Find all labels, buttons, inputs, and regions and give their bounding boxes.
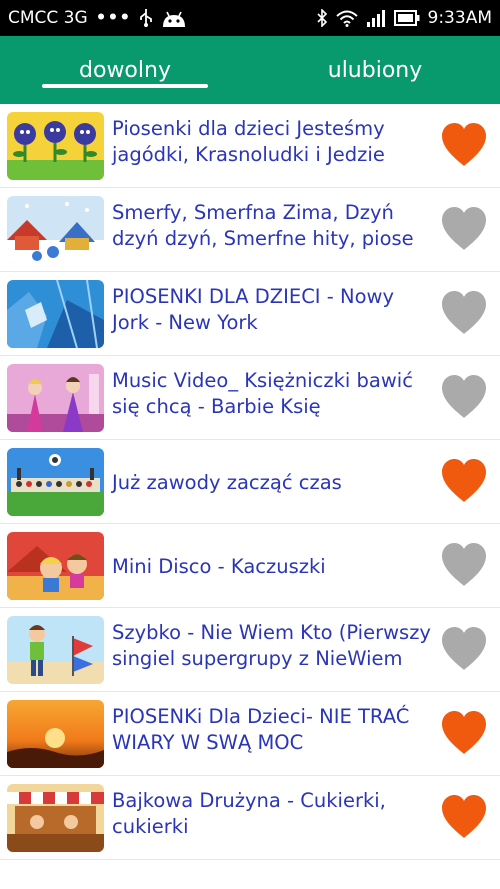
heart-icon[interactable] <box>440 122 488 168</box>
video-title[interactable]: Music Video_ Księżniczki bawić się chcą … <box>112 368 437 420</box>
video-thumbnail[interactable] <box>7 700 104 768</box>
video-thumbnail[interactable] <box>7 364 104 432</box>
video-thumbnail[interactable] <box>7 196 104 264</box>
video-thumbnail[interactable] <box>7 280 104 348</box>
list-item[interactable]: PIOSENKi Dla Dzieci- NIE TRAĆ WIARY W SW… <box>0 692 500 776</box>
tab-ulubiony[interactable]: ulubiony <box>290 36 460 104</box>
list-item[interactable]: Już zawody zacząć czas <box>0 440 500 524</box>
heart-icon[interactable] <box>440 458 488 504</box>
list-item[interactable]: PIOSENKI DLA DZIECI - Nowy Jork - New Yo… <box>0 272 500 356</box>
carrier-label: CMCC 3G <box>8 8 88 28</box>
list-item[interactable]: Piosenki dla dzieci Jesteśmy jagódki, Kr… <box>0 104 500 188</box>
video-thumbnail[interactable] <box>7 784 104 852</box>
bluetooth-icon <box>316 9 328 27</box>
video-thumbnail[interactable] <box>7 532 104 600</box>
video-list: Piosenki dla dzieci Jesteśmy jagódki, Kr… <box>0 104 500 860</box>
heart-icon[interactable] <box>440 374 488 420</box>
video-thumbnail[interactable] <box>7 616 104 684</box>
video-title[interactable]: Bajkowa Drużyna - Cukierki, cukierki <box>112 788 437 840</box>
heart-icon[interactable] <box>440 626 488 672</box>
status-bar: CMCC 3G ••• 9:33AM <box>0 0 500 36</box>
video-title[interactable]: PIOSENKI DLA DZIECI - Nowy Jork - New Yo… <box>112 284 437 336</box>
status-bar-left: CMCC 3G ••• <box>8 8 187 28</box>
active-tab-indicator <box>42 84 208 88</box>
android-icon <box>161 9 187 27</box>
tab-bar: dowolny ulubiony <box>0 36 500 104</box>
signal-icon <box>366 9 386 27</box>
video-title[interactable]: Smerfy, Smerfna Zima, Dzyń dzyń dzyń, Sm… <box>112 200 437 252</box>
list-item[interactable]: Mini Disco - Kaczuszki <box>0 524 500 608</box>
usb-icon <box>139 9 153 27</box>
battery-icon <box>393 10 420 26</box>
heart-icon[interactable] <box>440 710 488 756</box>
video-title[interactable]: PIOSENKi Dla Dzieci- NIE TRAĆ WIARY W SW… <box>112 704 437 756</box>
heart-icon[interactable] <box>440 206 488 252</box>
heart-icon[interactable] <box>440 542 488 588</box>
list-item[interactable]: Music Video_ Księżniczki bawić się chcą … <box>0 356 500 440</box>
wifi-icon <box>335 10 358 27</box>
list-item[interactable]: Szybko - Nie Wiem Kto (Pierwszy singiel … <box>0 608 500 692</box>
list-item[interactable]: Smerfy, Smerfna Zima, Dzyń dzyń dzyń, Sm… <box>0 188 500 272</box>
notification-dots: ••• <box>95 8 132 28</box>
clock: 9:33AM <box>427 8 492 28</box>
list-item[interactable]: Bajkowa Drużyna - Cukierki, cukierki <box>0 776 500 860</box>
video-title[interactable]: Piosenki dla dzieci Jesteśmy jagódki, Kr… <box>112 116 437 168</box>
video-title[interactable]: Już zawody zacząć czas <box>112 470 437 496</box>
tab-dowolny[interactable]: dowolny <box>40 36 210 104</box>
heart-icon[interactable] <box>440 290 488 336</box>
video-thumbnail[interactable] <box>7 112 104 180</box>
status-bar-right: 9:33AM <box>316 8 492 28</box>
video-thumbnail[interactable] <box>7 448 104 516</box>
video-title[interactable]: Mini Disco - Kaczuszki <box>112 554 437 580</box>
video-title[interactable]: Szybko - Nie Wiem Kto (Pierwszy singiel … <box>112 620 437 672</box>
heart-icon[interactable] <box>440 794 488 840</box>
